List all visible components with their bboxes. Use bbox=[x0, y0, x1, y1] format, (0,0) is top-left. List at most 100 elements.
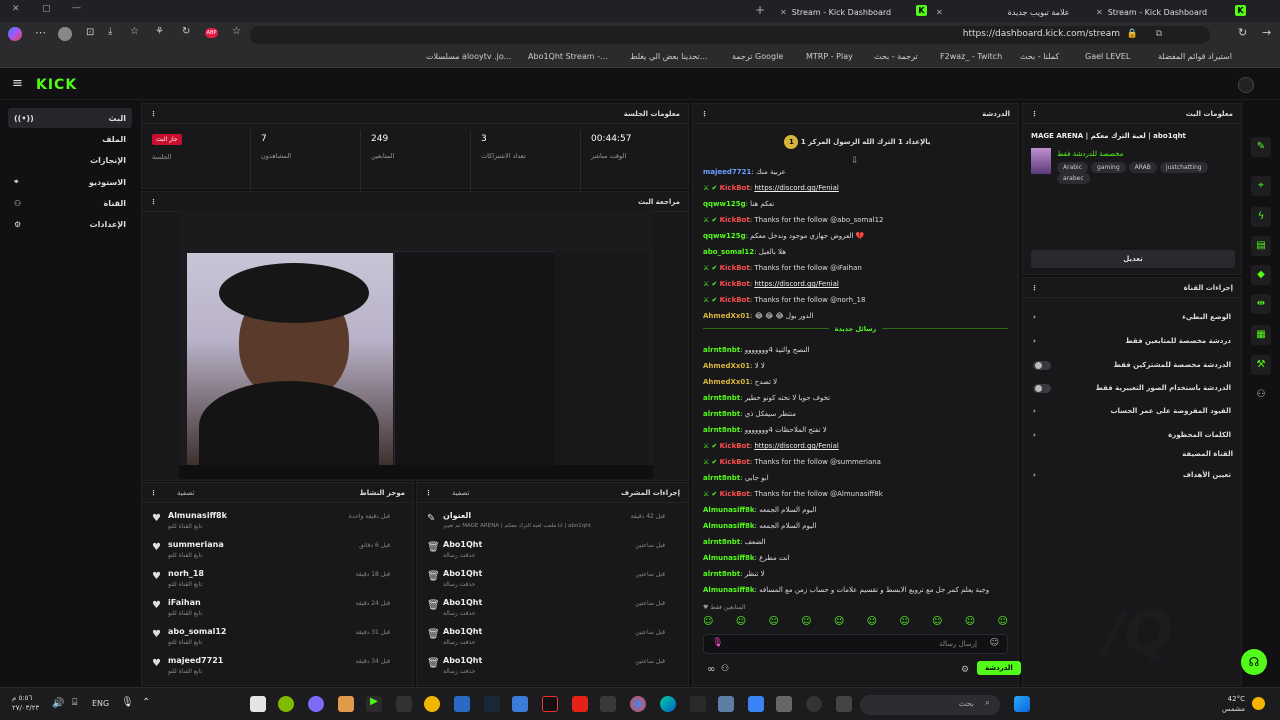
kick-logo[interactable]: KICK bbox=[36, 77, 77, 93]
tab-search-icon[interactable]: ⧉ bbox=[1156, 29, 1162, 39]
bookmark-item[interactable]: كملنا - بحث bbox=[1020, 52, 1059, 61]
chat-username[interactable]: KickBot bbox=[720, 216, 750, 224]
edit-stream-button[interactable]: تعديل bbox=[1031, 250, 1235, 268]
mic-icon[interactable]: 🎙 bbox=[121, 697, 134, 708]
emote-only-toggle[interactable] bbox=[1033, 383, 1051, 393]
lightning-icon[interactable]: ϟ bbox=[1251, 207, 1271, 227]
sidebar-item-channel[interactable]: ⚇ القناة bbox=[8, 193, 132, 213]
chat-username[interactable]: AhmedXx01 bbox=[703, 378, 750, 386]
bookmark-item[interactable]: تحدينا بعض الي يغلط... bbox=[630, 52, 707, 61]
bookmark-item[interactable]: استيراد قوائم المفضلة bbox=[1158, 52, 1232, 61]
split-icon[interactable]: ⇹ bbox=[1251, 294, 1271, 314]
taskbar-search[interactable]: بحث ⌕ bbox=[860, 695, 1000, 715]
pencil-icon[interactable]: ✎ bbox=[1251, 137, 1271, 157]
chat-username[interactable]: abo_somal12 bbox=[703, 248, 754, 256]
emote-icon[interactable]: ☺ bbox=[965, 616, 975, 632]
chat-link[interactable]: https://discord.gg/Fenial bbox=[754, 280, 839, 288]
chat-username[interactable]: alrnt8nbt bbox=[703, 426, 740, 434]
obs-icon[interactable] bbox=[542, 696, 558, 712]
chat-username[interactable]: Almunasiff8k bbox=[703, 506, 755, 514]
chat-username[interactable]: AhmedXx01 bbox=[703, 312, 750, 320]
chat-username[interactable]: KickBot bbox=[720, 280, 750, 288]
pinned-message[interactable]: 1 بالإعداد 1 الترك الله الرسول المركز 1 bbox=[703, 130, 1008, 154]
chat-message[interactable]: Almunasiff8k: وجبة يعلم كمر جل مع ترويع … bbox=[703, 586, 1010, 600]
chat-message[interactable]: alrnt8nbt: تخوف جويا لا نخته كونو خطير bbox=[703, 394, 1010, 408]
sidebar-item-studio[interactable]: ⌖ الاستوديو bbox=[8, 172, 132, 192]
chat-message[interactable]: alrnt8nbt: منتظر سيفكل ذي bbox=[703, 410, 1010, 424]
tag-chip[interactable]: justchatting bbox=[1159, 162, 1208, 173]
chat-username[interactable]: alrnt8nbt bbox=[703, 570, 740, 578]
more-options-icon[interactable]: ⋮ bbox=[701, 110, 708, 118]
bookmark-item[interactable]: ترجمة - بحث bbox=[874, 52, 918, 61]
subscribers-only-toggle[interactable] bbox=[1033, 360, 1051, 370]
app-icon[interactable] bbox=[454, 696, 470, 712]
discord-icon[interactable] bbox=[308, 696, 324, 712]
star-icon[interactable]: ☆ bbox=[232, 26, 241, 37]
chat-message[interactable]: ⚔ ✔ KickBot: https://discord.gg/Fenial bbox=[703, 184, 1010, 198]
chat-message[interactable]: alrnt8nbt: لا تنظر bbox=[703, 570, 1010, 584]
filter-button[interactable]: تصفية bbox=[452, 489, 469, 497]
app-icon[interactable] bbox=[836, 696, 852, 712]
slow-mode-row[interactable]: › الوضع البطيء bbox=[1029, 306, 1235, 328]
emote-icon[interactable]: ☺ bbox=[867, 616, 877, 632]
tag-chip[interactable]: gaming bbox=[1091, 162, 1126, 173]
filter-button[interactable]: تصفية bbox=[177, 489, 194, 497]
app-icon[interactable] bbox=[278, 696, 294, 712]
avatar[interactable] bbox=[58, 27, 72, 41]
chat-username[interactable]: qqww125g bbox=[703, 200, 746, 208]
emote-icon[interactable]: ☺ bbox=[768, 616, 778, 632]
chat-message[interactable]: alrnt8nbt: الضعف bbox=[703, 538, 1010, 552]
emote-icon[interactable]: ☺ bbox=[801, 616, 811, 632]
chat-username[interactable]: qqww125g bbox=[703, 232, 746, 240]
chat-message[interactable]: AhmedXx01: لا لا bbox=[703, 362, 1010, 376]
download-icon[interactable]: ⤓ bbox=[108, 26, 112, 37]
chat-message[interactable]: ⚔ ✔ KickBot: Thanks for the follow @norh… bbox=[703, 296, 1010, 310]
sidebar-item-stream[interactable]: ((•)) البث bbox=[8, 108, 132, 128]
clipboard-icon[interactable]: ▤ bbox=[1251, 236, 1271, 256]
sidebar-item-settings[interactable]: ⚙ الإعدادات bbox=[8, 214, 132, 234]
tag-chip[interactable]: ARAB bbox=[1128, 162, 1157, 173]
chat-message[interactable]: ⚔ ✔ KickBot: https://discord.gg/Fenial bbox=[703, 280, 1010, 294]
chat-username[interactable]: KickBot bbox=[720, 296, 750, 304]
more-options-icon[interactable]: ⋮ bbox=[1031, 284, 1038, 292]
wrench-icon[interactable]: ⚒ bbox=[1251, 355, 1271, 375]
chat-message[interactable]: alrnt8nbt: النصح والنية 4ووووووو bbox=[703, 346, 1010, 360]
crop-icon[interactable]: ⌖ bbox=[1251, 176, 1271, 196]
weather-widget[interactable]: 42°C مشمس bbox=[1222, 694, 1245, 714]
emote-icon[interactable]: ☺ bbox=[736, 616, 746, 632]
photos-icon[interactable] bbox=[718, 696, 734, 712]
chat-message[interactable]: ⚔ ✔ KickBot: Thanks for the follow @iFai… bbox=[703, 264, 1010, 278]
language-indicator[interactable]: ENG bbox=[92, 699, 109, 708]
screenshot-icon[interactable]: ⊡ bbox=[86, 27, 94, 38]
chat-username[interactable]: alrnt8nbt bbox=[703, 394, 740, 402]
new-tab-icon[interactable]: + bbox=[755, 3, 765, 17]
chat-username[interactable]: Almunasiff8k bbox=[703, 554, 755, 562]
network-icon[interactable]: ⌸ bbox=[72, 698, 77, 708]
youtube-icon[interactable] bbox=[572, 696, 588, 712]
chat-message[interactable]: ⚔ ✔ KickBot: Thanks for the follow @summ… bbox=[703, 458, 1010, 472]
edge-icon[interactable] bbox=[660, 696, 676, 712]
followers-only-row[interactable]: › دردشة مخصصة للمتابعين فقط bbox=[1029, 330, 1235, 352]
bookmark-item[interactable]: Abo1Qht Stream -... bbox=[528, 52, 608, 61]
layout-icon[interactable]: ▦ bbox=[1251, 325, 1271, 345]
app-icon[interactable] bbox=[338, 696, 354, 712]
tag-chip[interactable]: arabec bbox=[1057, 173, 1090, 184]
restore-window-icon[interactable]: ▢ bbox=[42, 4, 51, 14]
chat-message[interactable]: ⚔ ✔ KickBot: Thanks for the follow @abo_… bbox=[703, 216, 1010, 230]
bookmark-item[interactable]: مسلسلات alooytv .jo... bbox=[426, 52, 511, 61]
chat-message[interactable]: Almunasiff8k: انت مطرع bbox=[703, 554, 1010, 568]
refresh-icon[interactable]: ↻ bbox=[182, 26, 190, 37]
bookmark-item[interactable]: F2waz_ - Twitch bbox=[940, 52, 1002, 61]
chat-username[interactable]: majeed7721 bbox=[703, 168, 751, 176]
windows-start-icon[interactable] bbox=[1014, 696, 1030, 712]
chat-username[interactable]: alrnt8nbt bbox=[703, 474, 740, 482]
chat-username[interactable]: alrnt8nbt bbox=[703, 538, 740, 546]
chat-message[interactable]: Almunasiff8k: اليوم السلام الجمعه bbox=[703, 522, 1010, 536]
bookmark-item[interactable]: Gael LEVEL bbox=[1085, 52, 1130, 61]
more-options-icon[interactable]: ⋮ bbox=[425, 489, 432, 497]
reload-icon[interactable]: ↻ bbox=[1238, 26, 1247, 39]
chat-message[interactable]: qqww125g: نعكم هنا bbox=[703, 200, 1010, 214]
more-options-icon[interactable]: ⋮ bbox=[1031, 110, 1038, 118]
bookmark-item[interactable]: ترجمة Google bbox=[732, 52, 783, 61]
emote-icon[interactable]: ☺ bbox=[834, 616, 844, 632]
